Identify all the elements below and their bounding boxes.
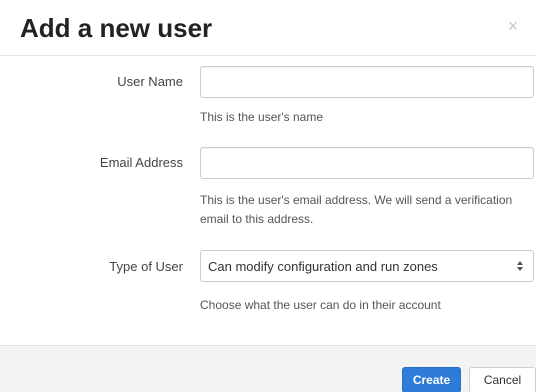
user-type-select[interactable]: Can modify configuration and run zones (200, 250, 534, 282)
cancel-button[interactable]: Cancel (469, 367, 536, 392)
user-type-selected-value: Can modify configuration and run zones (208, 259, 438, 274)
close-icon[interactable]: × (506, 16, 520, 36)
email-input[interactable] (200, 147, 534, 179)
user-type-help: Choose what the user can do in their acc… (200, 298, 441, 312)
user-type-label: Type of User (109, 259, 183, 274)
user-name-help: This is the user's name (200, 110, 324, 124)
modal-footer: Create Cancel (0, 345, 536, 392)
add-user-modal: Add a new user × User Name This is the u… (0, 0, 536, 392)
email-label: Email Address (99, 155, 183, 170)
user-name-label: User Name (117, 74, 183, 89)
modal-title: Add a new user (20, 13, 213, 43)
select-arrows-icon (517, 261, 523, 271)
email-help: This is the user's email address. We wil… (200, 193, 513, 226)
user-name-input[interactable] (200, 66, 534, 98)
create-button[interactable]: Create (402, 367, 461, 392)
modal-header: Add a new user × (0, 0, 536, 56)
